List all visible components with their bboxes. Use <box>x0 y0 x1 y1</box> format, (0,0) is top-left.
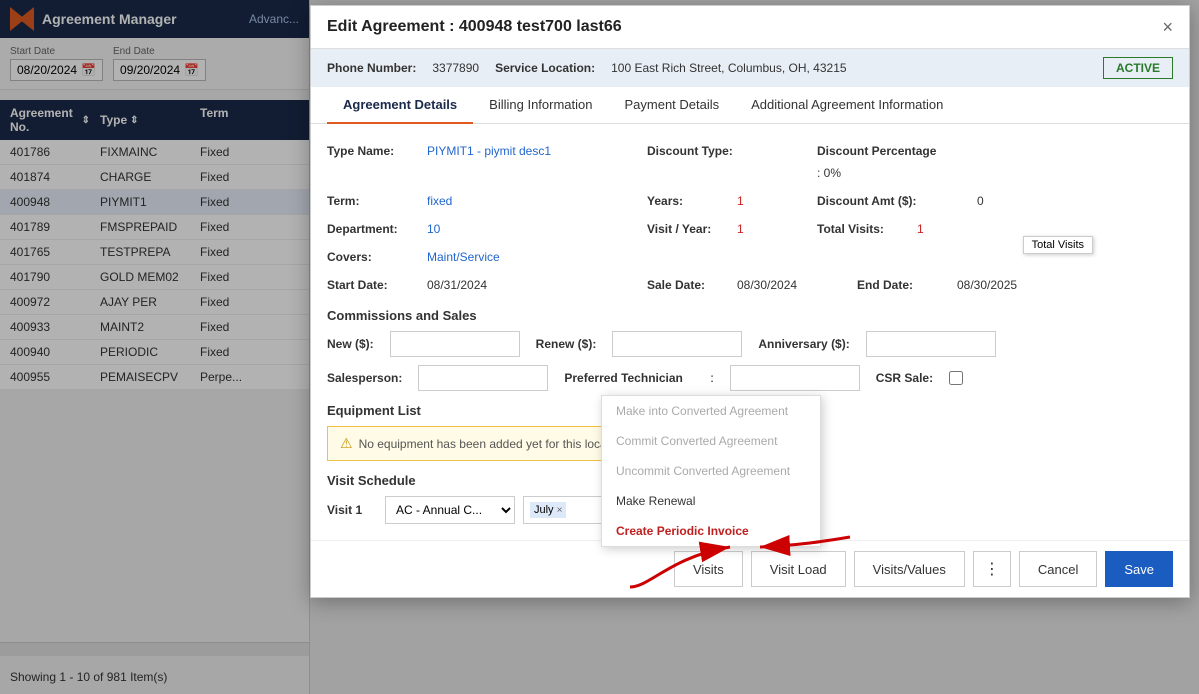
term-label: Term: <box>327 190 427 212</box>
new-input[interactable] <box>390 331 520 357</box>
discount-type-label: Discount Type: <box>607 140 737 162</box>
modal-header: Edit Agreement : 400948 test700 last66 × <box>311 6 1189 49</box>
discount-amt-label: Discount Amt ($): <box>817 190 977 212</box>
start-date-field-label: Start Date: <box>327 274 427 296</box>
tabs: Agreement Details Billing Information Pa… <box>311 87 1189 124</box>
salesperson-input[interactable] <box>418 365 548 391</box>
info-bar: Phone Number: 3377890 Service Location: … <box>311 49 1189 87</box>
new-label: New ($): <box>327 333 374 355</box>
department-value: 10 <box>427 218 607 240</box>
visit-tag-july: July × <box>530 502 566 518</box>
visit-dropdown[interactable]: AC - Annual C... <box>385 496 515 524</box>
salesperson-label: Salesperson: <box>327 367 402 389</box>
sale-date-value: 08/30/2024 <box>737 274 857 296</box>
years-label: Years: <box>607 190 737 212</box>
tab-additional-info[interactable]: Additional Agreement Information <box>735 87 959 124</box>
discount-amt-value: 0 <box>977 190 992 212</box>
anniversary-label: Anniversary ($): <box>758 333 849 355</box>
renew-input[interactable] <box>612 331 742 357</box>
type-name-value: PIYMIT1 - piymit desc1 <box>427 140 607 162</box>
context-menu-item-commit: Commit Converted Agreement <box>602 426 820 456</box>
department-label: Department: <box>327 218 427 240</box>
save-button[interactable]: Save <box>1105 551 1173 587</box>
more-options-button[interactable]: ⋮ <box>973 551 1011 587</box>
close-button[interactable]: × <box>1162 18 1173 36</box>
sale-date-label: Sale Date: <box>607 274 737 296</box>
preferred-tech-label: Preferred Technician <box>564 367 694 389</box>
covers-value: Maint/Service <box>427 246 508 268</box>
tab-payment-details[interactable]: Payment Details <box>608 87 735 124</box>
tab-billing-info[interactable]: Billing Information <box>473 87 608 124</box>
preferred-tech-colon: : <box>710 371 713 385</box>
context-menu-item-uncommit: Uncommit Converted Agreement <box>602 456 820 486</box>
end-date-field-value: 08/30/2025 <box>957 274 1025 296</box>
visits-button[interactable]: Visits <box>674 551 743 587</box>
service-label: Service Location: <box>495 61 595 75</box>
renew-label: Renew ($): <box>536 333 597 355</box>
phone-value: 3377890 <box>432 61 479 75</box>
covers-label: Covers: <box>327 246 427 268</box>
discount-type-value <box>737 140 817 148</box>
context-menu: Make into Converted Agreement Commit Con… <box>601 395 821 547</box>
warning-icon: ⚠ <box>340 435 353 452</box>
end-date-field-label: End Date: <box>857 274 957 296</box>
preferred-tech-input[interactable] <box>730 365 860 391</box>
status-badge: ACTIVE <box>1103 57 1173 79</box>
total-visits-tooltip: Total Visits <box>1023 236 1093 254</box>
discount-pct-value: : 0% <box>817 162 849 184</box>
type-name-label: Type Name: <box>327 140 427 162</box>
total-visits-value: 1 <box>917 218 957 240</box>
modal-footer: Visits Visit Load Visits/Values ⋮ Cancel… <box>311 540 1189 597</box>
visit-year-value: 1 <box>737 218 817 240</box>
equipment-notice-text: No equipment has been added yet for this… <box>359 437 630 451</box>
context-menu-item-renewal[interactable]: Make Renewal <box>602 486 820 516</box>
visit-tag-remove[interactable]: × <box>557 505 563 516</box>
visit-tag-label: July <box>534 504 554 516</box>
context-menu-item-periodic[interactable]: Create Periodic Invoice <box>602 516 820 546</box>
modal-title: Edit Agreement : 400948 test700 last66 <box>327 18 622 36</box>
visit-1-label: Visit 1 <box>327 503 377 517</box>
context-menu-item-convert: Make into Converted Agreement <box>602 396 820 426</box>
csr-sale-checkbox[interactable] <box>949 371 963 385</box>
commissions-title: Commissions and Sales <box>327 308 1173 323</box>
phone-label: Phone Number: <box>327 61 416 75</box>
visit-tag-container: July × <box>523 496 603 524</box>
visit-year-label: Visit / Year: <box>607 218 737 240</box>
csr-sale-label: CSR Sale: <box>876 367 933 389</box>
discount-pct-label: Discount Percentage <box>817 140 936 162</box>
edit-agreement-modal: Edit Agreement : 400948 test700 last66 ×… <box>310 5 1190 598</box>
tab-agreement-details[interactable]: Agreement Details <box>327 87 473 124</box>
total-visits-label: Total Visits: <box>817 218 917 240</box>
anniversary-input[interactable] <box>866 331 996 357</box>
start-date-field-value: 08/31/2024 <box>427 274 607 296</box>
term-value: fixed <box>427 190 607 212</box>
years-value: 1 <box>737 190 817 212</box>
service-value: 100 East Rich Street, Columbus, OH, 4321… <box>611 61 846 75</box>
visits-values-button[interactable]: Visits/Values <box>854 551 965 587</box>
visit-load-button[interactable]: Visit Load <box>751 551 846 587</box>
cancel-button[interactable]: Cancel <box>1019 551 1097 587</box>
